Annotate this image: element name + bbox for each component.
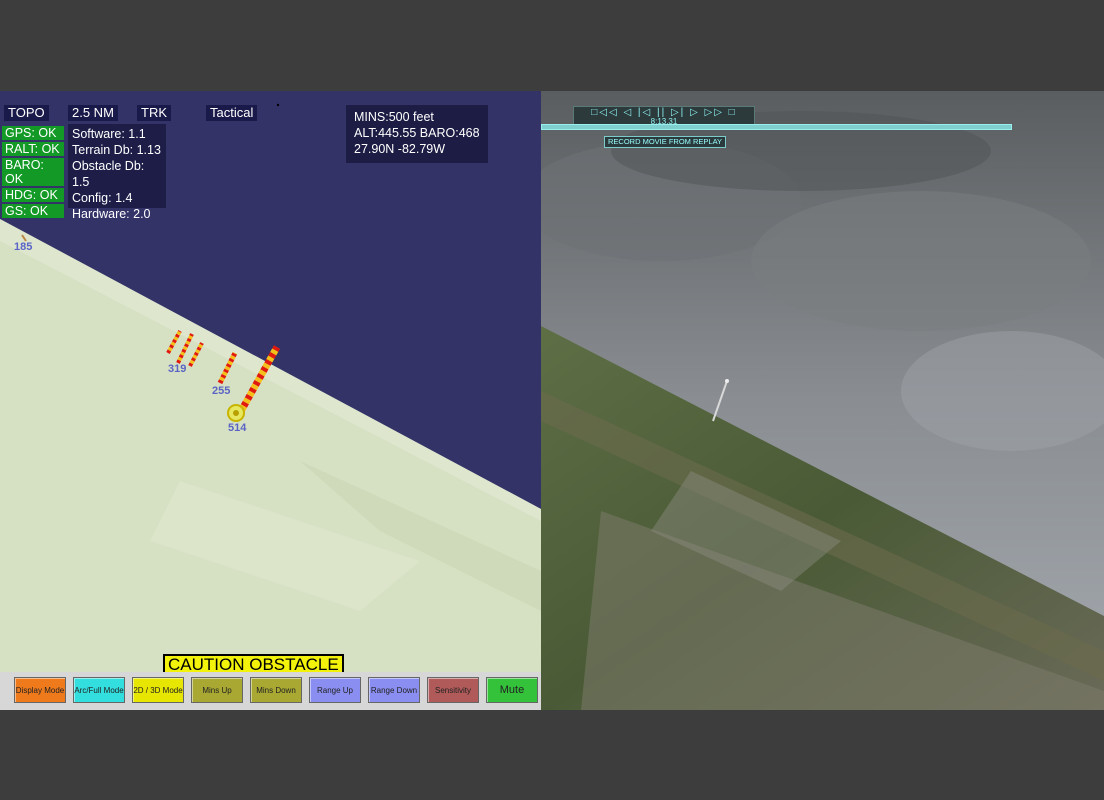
obstacle-514-label: 514	[228, 422, 247, 434]
range-label: 2.5 NM	[68, 105, 118, 121]
track-label: TRK	[137, 105, 171, 121]
simulator-frame: TOPO 2.5 NM TRK Tactical GPS: OK RALT: O…	[0, 91, 1104, 710]
obstacle-display: TOPO 2.5 NM TRK Tactical GPS: OK RALT: O…	[0, 91, 541, 710]
arc-full-mode-button[interactable]: Arc/Full Mode	[73, 677, 125, 703]
replay-view: □◁◁ ◁ |◁ || ▷| ▷ ▷▷ □ 8:13.31 RECORD MOV…	[541, 91, 1104, 710]
mins-down-button[interactable]: Mins Down	[250, 677, 302, 703]
display-mode-button[interactable]: Display Mode	[14, 677, 66, 703]
version-info-panel: Software: 1.1 Terrain Db: 1.13 Obstacle …	[68, 124, 166, 221]
status-list: GPS: OK RALT: OK BARO: OK HDG: OK GS: OK	[2, 126, 64, 220]
terrain-db-version: Terrain Db: 1.13	[72, 143, 161, 157]
software-version: Software: 1.1	[72, 127, 146, 141]
position-readout: 27.90N -82.79W	[354, 142, 446, 156]
tactical-label: Tactical	[206, 105, 258, 121]
config-version: Config: 1.4	[72, 191, 133, 205]
status-gs: GS: OK	[2, 204, 64, 218]
map-mode-label: TOPO	[4, 105, 49, 121]
replay-timeline-slider[interactable]	[541, 124, 1012, 130]
obstacle-255-label: 255	[212, 385, 231, 397]
status-baro: BARO: OK	[2, 158, 64, 186]
obstacle-185-label: 185	[14, 241, 33, 253]
range-up-button[interactable]: Range Up	[309, 677, 361, 703]
record-movie-button[interactable]: RECORD MOVIE FROM REPLAY	[604, 136, 727, 148]
status-ralt: RALT: OK	[2, 142, 64, 156]
mins-value: MINS:500 feet	[354, 110, 434, 124]
obstacle-319-label: 319	[168, 363, 187, 375]
mute-button[interactable]: Mute	[486, 677, 538, 703]
status-hdg: HDG: OK	[2, 188, 64, 202]
altitude-readout: ALT:445.55 BARO:468	[354, 126, 480, 140]
hardware-version: Hardware: 2.0	[72, 207, 151, 221]
range-down-button[interactable]: Range Down	[368, 677, 420, 703]
mins-up-button[interactable]: Mins Up	[191, 677, 243, 703]
obstacle-db-version: Obstacle Db: 1.5	[72, 159, 145, 189]
status-gps: GPS: OK	[2, 126, 64, 140]
outside-view-scene	[541, 91, 1104, 710]
softkey-bar: Display Mode Arc/Full Mode 2D / 3D Mode …	[0, 672, 541, 710]
2d-3d-mode-button[interactable]: 2D / 3D Mode	[132, 677, 184, 703]
sensitivity-button[interactable]: Sensitivity	[427, 677, 479, 703]
minimums-panel: MINS:500 feet ALT:445.55 BARO:468 27.90N…	[346, 105, 488, 163]
